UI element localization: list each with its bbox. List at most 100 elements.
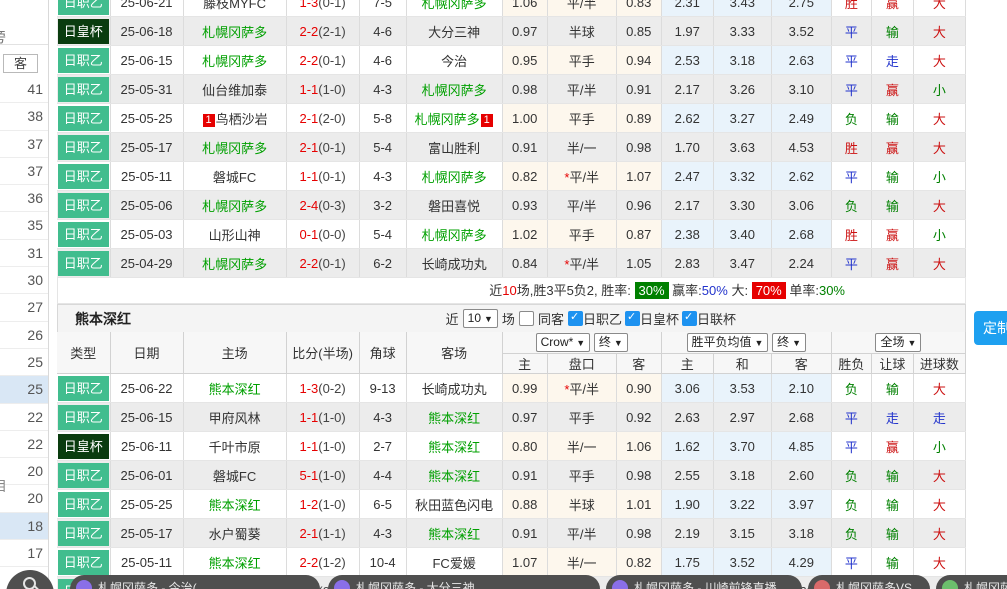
league-type-cell: 日职乙	[57, 191, 110, 220]
fulltime-score: 2-1	[299, 111, 318, 126]
col-header-corner: 角球	[359, 332, 406, 374]
team-name-link[interactable]: 磐城FC	[213, 170, 256, 185]
result-handicap-cell: 输	[871, 17, 913, 46]
league-type-cell: 日职乙	[57, 220, 110, 249]
taskbar-item[interactable]: 札幌冈萨多 - 川崎前锋直播	[606, 575, 802, 589]
team-name-link[interactable]: 甲府风林	[209, 411, 261, 426]
handicap-home-odds: 0.93	[502, 191, 547, 220]
league-type-badge: 日职乙	[58, 376, 109, 401]
league-checkbox[interactable]	[682, 311, 697, 326]
team-cell: 富山胜利	[406, 133, 502, 162]
odds-draw: 3.52	[713, 548, 771, 577]
handicap-home-odds: 0.91	[502, 519, 547, 548]
team-name-link[interactable]: 秋田蓝色闪电	[415, 498, 493, 513]
league-checkbox[interactable]	[568, 311, 583, 326]
result-handicap-cell: 走	[871, 403, 913, 432]
date-cell: 25-06-18	[110, 17, 183, 46]
europe-time-select[interactable]: 终▼	[772, 333, 806, 352]
team-name-link[interactable]: 熊本深红	[428, 469, 480, 484]
team-name-link[interactable]: FC爱媛	[432, 556, 475, 571]
guest-tab[interactable]: 客	[3, 54, 38, 73]
team-name-link[interactable]: 札幌冈萨多	[415, 112, 480, 127]
summary-text: 近	[489, 283, 502, 298]
league-type-cell: 日职乙	[57, 162, 110, 191]
team-cell: 熊本深红	[183, 548, 286, 577]
chevron-down-icon: ▼	[614, 338, 623, 348]
date-cell: 25-05-11	[110, 548, 183, 577]
team-name-link[interactable]: 长崎成功丸	[422, 257, 487, 272]
team-name-link[interactable]: 磐田喜悦	[428, 199, 480, 214]
result-value: 平	[845, 440, 858, 455]
odds-source-select[interactable]: Crow*▼	[536, 333, 591, 352]
league-checkbox-label: 日皇杯	[640, 312, 679, 327]
result-group-header: 全场▼	[831, 332, 965, 354]
team-name-link[interactable]: 鸟栖沙岩	[216, 112, 268, 127]
team-name-link[interactable]: 札幌冈萨多	[422, 0, 487, 11]
result-handicap-cell: 输	[871, 374, 913, 403]
result-value: 赢	[886, 83, 899, 98]
team-name-link[interactable]: 磐城FC	[213, 469, 256, 484]
team-name-link[interactable]: 千叶市原	[209, 440, 261, 455]
date-cell: 25-05-06	[110, 191, 183, 220]
result-value: 大	[933, 141, 946, 156]
customize-button[interactable]: 定制	[974, 311, 1007, 345]
fulltime-score: 1-1	[299, 82, 318, 97]
league-checkbox[interactable]	[625, 311, 640, 326]
team-name-link[interactable]: 熊本深红	[428, 527, 480, 542]
result-value: 赢	[886, 0, 899, 11]
result-value: 胜	[845, 228, 858, 243]
corner-cell: 9-13	[359, 374, 406, 403]
team-name-link[interactable]: 熊本深红	[428, 440, 480, 455]
taskbar-item[interactable]: 札幌冈萨多 - 大分三神...	[328, 575, 600, 589]
team-cell: 磐城FC	[183, 461, 286, 490]
taskbar-item-label: 札幌冈萨多 v 大阪...	[964, 581, 1007, 589]
result-goals-cell: 大	[913, 133, 965, 162]
date-cell: 25-06-15	[110, 403, 183, 432]
team-name-link[interactable]: 札幌冈萨多	[422, 228, 487, 243]
team-name-link[interactable]: 今治	[441, 54, 467, 69]
team-name-link[interactable]: 熊本深红	[428, 411, 480, 426]
result-goals-cell: 大	[913, 461, 965, 490]
big-rate-badge: 70%	[752, 282, 786, 299]
same-away-checkbox[interactable]	[519, 311, 534, 326]
handicap-away-odds: 0.96	[616, 191, 661, 220]
score-cell: 2-2(0-1)	[286, 249, 359, 278]
team-name-link[interactable]: 熊本深红	[209, 382, 261, 397]
team-name-link[interactable]: 藤枝MYFC	[203, 0, 266, 11]
result-handicap-cell: 赢	[871, 75, 913, 104]
result-goals-cell: 大	[913, 17, 965, 46]
team-name-link[interactable]: 水户蜀葵	[209, 527, 261, 542]
scope-select[interactable]: 全场▼	[875, 333, 921, 352]
team-name-link[interactable]: 札幌冈萨多	[202, 199, 267, 214]
odds-time-select[interactable]: 终▼	[594, 333, 628, 352]
team-name-link[interactable]: 富山胜利	[428, 141, 480, 156]
taskbar-item[interactable]: 札幌冈萨多 v 大阪...	[936, 575, 1007, 589]
corner-cell: 4-3	[359, 519, 406, 548]
odds-away: 3.97	[771, 490, 831, 519]
team-name-link[interactable]: 熊本深红	[209, 498, 261, 513]
team-name-link[interactable]: 札幌冈萨多	[202, 54, 267, 69]
odds-home: 2.55	[661, 461, 713, 490]
recent-count-select[interactable]: 10▼	[463, 309, 498, 328]
team-name-link[interactable]: 长崎成功丸	[422, 382, 487, 397]
taskbar-item[interactable]: 札幌冈萨多 - 今治(	[70, 575, 320, 589]
europe-avg-select[interactable]: 胜平负均值▼	[687, 333, 769, 352]
team-name-link[interactable]: 札幌冈萨多	[202, 25, 267, 40]
result-handicap-cell: 输	[871, 490, 913, 519]
team-name-link[interactable]: 大分三神	[428, 25, 480, 40]
result-goals-cell: 走	[913, 403, 965, 432]
result-handicap-cell: 赢	[871, 432, 913, 461]
team-name-link[interactable]: 札幌冈萨多	[422, 83, 487, 98]
team-name-link[interactable]: 熊本深红	[209, 556, 261, 571]
team-name-link[interactable]: 札幌冈萨多	[422, 170, 487, 185]
team-name-link[interactable]: 札幌冈萨多	[202, 141, 267, 156]
taskbar-item[interactable]: 札幌冈萨多VS...	[808, 575, 930, 589]
handicap-away-odds: 1.05	[616, 249, 661, 278]
team-name-link[interactable]: 山形山神	[209, 228, 261, 243]
team-name-link[interactable]: 札幌冈萨多	[202, 257, 267, 272]
handicap-away-odds: 0.85	[616, 17, 661, 46]
date-cell: 25-05-03	[110, 220, 183, 249]
handicap-away-odds: 0.94	[616, 46, 661, 75]
fulltime-score: 2-1	[299, 140, 318, 155]
team-name-link[interactable]: 仙台维加泰	[202, 83, 267, 98]
